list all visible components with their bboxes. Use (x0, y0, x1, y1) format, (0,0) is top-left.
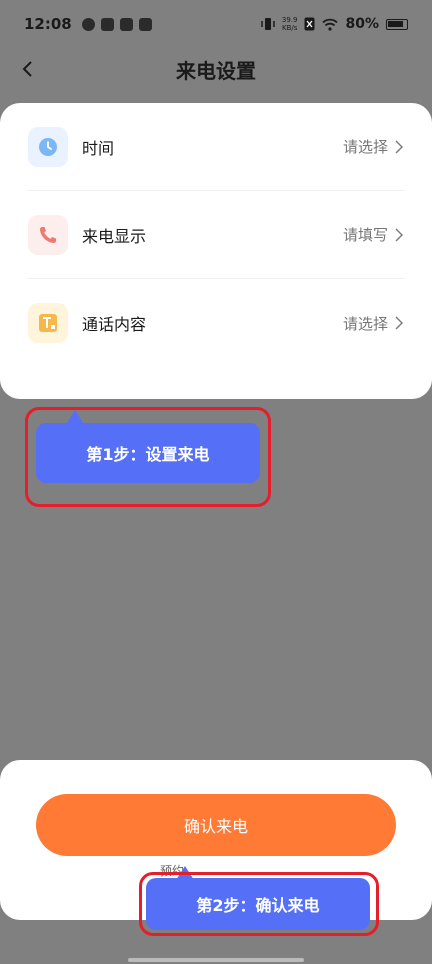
text-icon-wrap (28, 303, 68, 343)
battery-percent: 80% (345, 16, 379, 32)
nav-bar: 来电设置 (0, 48, 432, 90)
settings-row-value: 请选择 (343, 313, 404, 334)
net-speed: 39.9 KB/s (282, 16, 298, 32)
sim-off-icon (304, 17, 315, 31)
clock-icon (39, 137, 57, 156)
mail-icon (138, 17, 152, 31)
chevron-right-icon (395, 228, 403, 241)
chevron-left-icon (22, 61, 32, 77)
clock-icon-wrap (28, 126, 68, 167)
phone-icon (40, 226, 56, 243)
back-button[interactable] (12, 54, 42, 84)
battery-icon (386, 18, 408, 30)
settings-row-value-text: 请选择 (342, 138, 388, 156)
page-title: 来电设置 (176, 58, 256, 83)
check-icon (81, 17, 95, 31)
status-right: 39.9 KB/s 80% (261, 16, 408, 32)
step1-highlight (25, 407, 271, 507)
chevron-right-icon (395, 316, 403, 330)
dots-icon (119, 17, 133, 31)
settings-row-call-content[interactable]: 通话内容 请选择 (28, 279, 404, 367)
home-indicator[interactable] (128, 958, 304, 962)
settings-row-value: 请填写 (343, 224, 404, 245)
play-icon (100, 17, 114, 31)
settings-row-value: 请选择 (343, 136, 404, 157)
settings-row-caller-display[interactable]: 来电显示 请填写 (28, 191, 404, 279)
net-speed-value: 39.9 (281, 16, 298, 24)
text-icon (39, 314, 57, 332)
settings-row-label: 时间 (82, 138, 115, 158)
status-bar: 12:08 39.9 KB/s 80% (0, 0, 432, 48)
confirm-call-button[interactable]: 确认来电 (36, 794, 396, 856)
settings-row-value-text: 请选择 (342, 314, 388, 333)
settings-card: 时间 请选择 来电显示 请填写 通话内容 请选择 (0, 103, 432, 399)
phone-icon-wrap (28, 214, 68, 255)
settings-row-time[interactable]: 时间 请选择 (28, 103, 404, 191)
chevron-right-icon (395, 140, 403, 153)
step2-highlight (139, 872, 379, 936)
net-speed-unit: KB/s (281, 24, 298, 32)
settings-row-label: 来电显示 (82, 226, 147, 246)
settings-row-label: 通话内容 (82, 315, 147, 334)
status-left: 12:08 (24, 15, 152, 33)
vibrate-icon (261, 18, 275, 30)
settings-row-value-text: 请填写 (342, 226, 388, 244)
status-time: 12:08 (24, 15, 72, 33)
wifi-icon (322, 18, 339, 31)
